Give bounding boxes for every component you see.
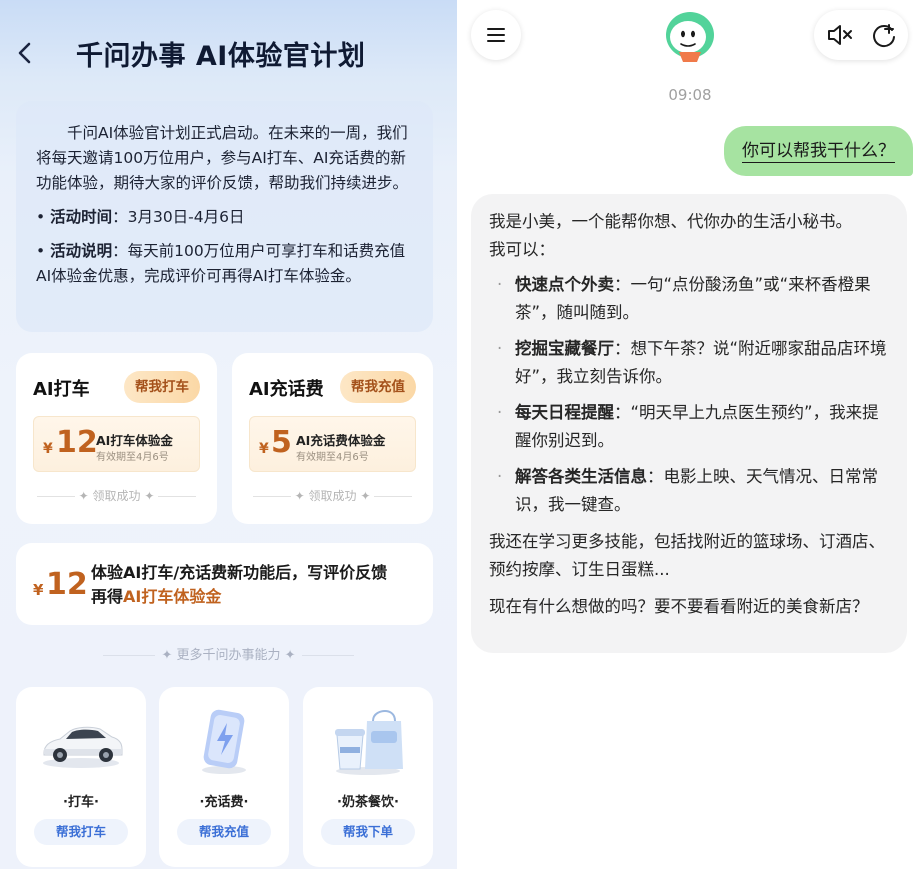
activity-time-label: 活动时间 <box>50 208 113 226</box>
page-title: 千问办事 AI体验官计划 <box>76 41 366 72</box>
promo-card-phone-topup: AI充话费 帮我充值 ¥ 5 AI充话费体验金 有效期至4月6号 ✦ 领取成功 … <box>232 353 433 524</box>
user-message-bubble: 你可以帮我干什么？ <box>724 126 913 176</box>
service-card-milk-tea[interactable]: ·奶茶餐饮· 帮我下单 <box>303 687 433 867</box>
milk-tea-icon <box>335 709 403 775</box>
user-message-text: 你可以帮我干什么？ <box>742 141 895 163</box>
assistant-intro-line: 我可以： <box>489 240 555 259</box>
capability-item: 快速点个外卖：一句“点份酸汤鱼”或“来杯香橙果茶”，随叫随到。 <box>489 271 889 327</box>
coupon-expiry: 有效期至4月6号 <box>296 452 369 463</box>
currency-symbol: ¥ <box>33 581 44 599</box>
service-taxi-button[interactable]: 帮我打车 <box>34 819 128 845</box>
call-taxi-button[interactable]: 帮我打车 <box>124 371 200 403</box>
message-timestamp: 09:08 <box>668 86 712 104</box>
capability-list: 快速点个外卖：一句“点份酸汤鱼”或“来杯香橙果茶”，随叫随到。 挖掘宝藏餐厅：想… <box>489 271 889 519</box>
capability-item: 解答各类生活信息：电影上映、天气情况、日常常识，我一键查。 <box>489 463 889 519</box>
topup-button[interactable]: 帮我充值 <box>340 371 416 403</box>
claimed-status: ✦ 领取成功 ✦ <box>16 487 217 504</box>
service-card-taxi[interactable]: ·打车· 帮我打车 <box>16 687 146 867</box>
assistant-followup-question: 现在有什么想做的吗？要不要看看附近的美食新店？ <box>489 597 869 616</box>
currency-symbol: ¥ <box>43 441 53 457</box>
service-topup-button[interactable]: 帮我充值 <box>177 819 271 845</box>
service-card-phone-topup[interactable]: ·充话费· 帮我充值 <box>159 687 289 867</box>
reward-highlight: AI打车体验金 <box>123 587 222 606</box>
menu-button[interactable] <box>471 10 521 60</box>
service-name: ·打车· <box>63 795 99 810</box>
more-services-label: 更多千问办事能力 <box>176 648 281 663</box>
hamburger-menu-icon <box>487 28 505 42</box>
reward-description: 体验AI打车/充话费新功能后，写评价反馈 再得AI打车体验金 <box>91 563 388 606</box>
chat-panel: 09:08 你可以帮我干什么？ 我是小美，一个能帮你想、代你办的生活小秘书。 我… <box>457 0 913 869</box>
promo-card-taxi: AI打车 帮我打车 ¥ 12 AI打车体验金 有效期至4月6号 ✦ 领取成功 ✦ <box>16 353 217 524</box>
activity-time-value: ：3月30日-4月6日 <box>112 208 245 226</box>
claimed-status-label: 领取成功 <box>92 489 141 503</box>
campaign-panel: 千问办事 AI体验官计划 千问AI体验官计划正式启动。在未来的一周，我们将每天邀… <box>0 0 457 869</box>
campaign-header: 千问办事 AI体验官计划 <box>0 0 457 100</box>
more-services-divider: ✦ 更多千问办事能力 ✦ <box>0 644 457 663</box>
chat-tools <box>814 10 908 60</box>
coupon-name: AI打车体验金 <box>96 433 173 448</box>
claimed-status-label: 领取成功 <box>308 489 357 503</box>
intro-text: 千问AI体验官计划正式启动。在未来的一周，我们将每天邀请100万位用户，参与AI… <box>36 124 409 192</box>
assistant-avatar <box>666 12 714 62</box>
service-order-button[interactable]: 帮我下单 <box>321 819 415 845</box>
coupon-amount: 5 <box>271 425 292 460</box>
service-name: ·奶茶餐饮· <box>337 795 399 810</box>
claimed-status: ✦ 领取成功 ✦ <box>232 487 433 504</box>
service-name: ·充话费· <box>199 795 249 810</box>
new-chat-icon[interactable] <box>870 21 898 49</box>
promo-title: AI充话费 <box>249 379 324 400</box>
intro-card: 千问AI体验官计划正式启动。在未来的一周，我们将每天邀请100万位用户，参与AI… <box>16 101 433 332</box>
chevron-left-icon <box>18 42 31 64</box>
coupon-name: AI充话费体验金 <box>296 433 386 448</box>
capability-item: 挖掘宝藏餐厅：想下午茶？说“附近哪家甜品店环境好”，我立刻告诉你。 <box>489 335 889 391</box>
topup-coupon: ¥ 5 AI充话费体验金 有效期至4月6号 <box>249 416 416 472</box>
coupon-amount: 12 <box>56 425 98 460</box>
activity-description: • 活动说明：每天前100万位用户可享打车和话费充值AI体验金优惠，完成评价可再… <box>36 242 406 285</box>
assistant-learning-note: 我还在学习更多技能，包括找附近的篮球场、订酒店、预约按摩、订生日蛋糕... <box>489 532 885 579</box>
review-reward-card[interactable]: ¥ 12 体验AI打车/充话费新功能后，写评价反馈 再得AI打车体验金 <box>16 543 433 625</box>
assistant-message-bubble: 我是小美，一个能帮你想、代你办的生活小秘书。 我可以： 快速点个外卖：一句“点份… <box>471 194 907 653</box>
assistant-intro-line: 我是小美，一个能帮你想、代你办的生活小秘书。 <box>489 212 852 231</box>
activity-time: • 活动时间：3月30日-4月6日 <box>36 208 245 226</box>
taxi-coupon: ¥ 12 AI打车体验金 有效期至4月6号 <box>33 416 200 472</box>
coupon-expiry: 有效期至4月6号 <box>96 452 169 463</box>
reward-amount: 12 <box>46 567 88 602</box>
activity-description-label: 活动说明 <box>50 242 113 260</box>
capability-item: 每天日程提醒：“明天早上九点医生预约”，我来提醒你别迟到。 <box>489 399 889 455</box>
car-icon <box>43 726 123 768</box>
promo-title: AI打车 <box>33 379 90 400</box>
phone-charge-icon <box>202 709 246 774</box>
currency-symbol: ¥ <box>259 441 269 457</box>
speaker-mute-icon[interactable] <box>826 22 854 48</box>
back-button[interactable] <box>12 36 38 70</box>
